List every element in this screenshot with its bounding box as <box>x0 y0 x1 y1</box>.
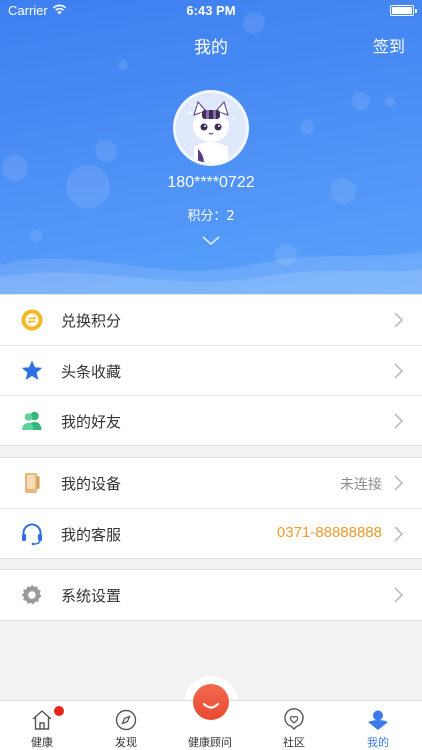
service-phone[interactable]: 0371-88888888 <box>277 524 382 541</box>
status-bar: Carrier 6:43 PM <box>0 0 422 22</box>
decor-bubble <box>352 92 370 110</box>
points-label[interactable]: 积分：2 <box>0 205 422 224</box>
menu-row-headline-favorites[interactable]: 头条收藏 <box>0 345 422 395</box>
menu-label: 兑换积分 <box>61 312 122 330</box>
menu-label: 我的好友 <box>61 413 122 431</box>
tab-label: 发现 <box>115 736 137 749</box>
tab-label: 健康 <box>31 736 53 749</box>
avatar[interactable] <box>173 90 249 166</box>
device-icon <box>25 473 40 493</box>
profile-icon <box>368 710 388 730</box>
home-icon <box>32 710 52 730</box>
exchange-points-icon <box>21 309 43 331</box>
tab-discover[interactable]: 发现 <box>84 701 168 750</box>
battery-icon <box>390 5 417 16</box>
menu-label: 我的客服 <box>61 526 122 544</box>
menu-row-customer-service[interactable]: 我的客服 0371-88888888 <box>0 508 422 558</box>
checkin-button[interactable]: 签到 <box>373 33 405 57</box>
decor-bubble <box>118 60 128 70</box>
community-icon <box>284 708 304 730</box>
device-status: 未连接 <box>340 477 382 493</box>
chevron-right-icon <box>394 312 403 328</box>
menu-label: 头条收藏 <box>61 363 122 381</box>
chevron-right-icon <box>394 475 403 491</box>
decor-bubble <box>300 120 314 134</box>
menu-row-my-friends[interactable]: 我的好友 <box>0 395 422 445</box>
menu-row-my-device[interactable]: 我的设备 未连接 <box>0 458 422 508</box>
advisor-icon <box>202 702 220 709</box>
menu-row-exchange-points[interactable]: 兑换积分 <box>0 295 422 345</box>
menu-group-service: 我的设备 未连接 我的客服 0371-88888888 <box>0 457 422 559</box>
chevron-right-icon <box>394 587 403 603</box>
menu-group-settings: 系统设置 <box>0 569 422 621</box>
chevron-down-icon[interactable] <box>202 236 220 246</box>
health-advisor-button[interactable] <box>193 684 229 720</box>
star-icon <box>21 360 43 380</box>
page-title: 我的 <box>194 38 228 58</box>
chevron-right-icon <box>394 413 403 429</box>
gear-icon <box>21 584 42 605</box>
tab-profile[interactable]: 我的 <box>336 701 420 750</box>
menu-label: 我的设备 <box>61 475 122 493</box>
menu-row-system-settings[interactable]: 系统设置 <box>0 570 422 620</box>
headset-icon <box>22 523 42 546</box>
chevron-right-icon <box>394 526 403 542</box>
notification-badge <box>54 706 64 716</box>
status-time: 6:43 PM <box>186 3 236 18</box>
compass-icon <box>115 709 137 731</box>
tab-community[interactable]: 社区 <box>252 701 336 750</box>
cat-avatar-icon <box>176 93 246 163</box>
decor-bubble <box>95 140 117 162</box>
menu-group-account: 兑换积分 头条收藏 我的好友 <box>0 294 422 446</box>
menu-label: 系统设置 <box>61 587 122 605</box>
tab-label: 社区 <box>283 736 305 749</box>
decor-bubble <box>385 97 395 107</box>
tab-health[interactable]: 健康 <box>0 701 84 750</box>
tab-label: 我的 <box>367 736 389 749</box>
friends-icon <box>22 411 42 430</box>
tab-label: 健康顾问 <box>188 736 232 749</box>
user-phone: 180****0722 <box>167 174 255 191</box>
profile-header: Carrier 6:43 PM 我的 签到 180****0722 积分：2 <box>0 0 422 295</box>
chevron-right-icon <box>394 363 403 379</box>
